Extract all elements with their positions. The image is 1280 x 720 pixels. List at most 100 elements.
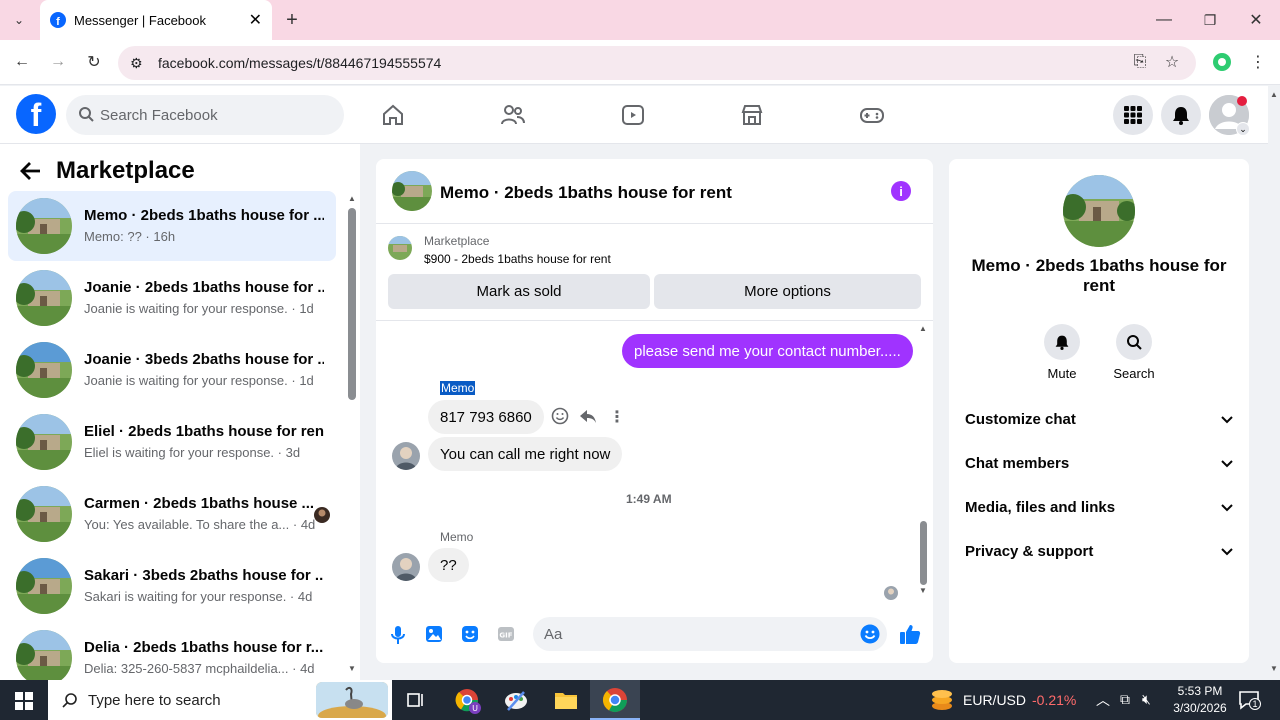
network-icon[interactable]: ⧉ bbox=[1120, 691, 1130, 708]
conversation-item[interactable]: Eliel · 2beds 1baths house for rent Eliel… bbox=[8, 407, 336, 477]
conversation-item[interactable]: Joanie · 3beds 2baths house for ... Joani… bbox=[8, 335, 336, 405]
install-app-icon[interactable]: ⎘ bbox=[1130, 52, 1150, 72]
conversation-preview: You: Yes available. To share the a... · … bbox=[84, 517, 316, 532]
mark-as-sold-button[interactable]: Mark as sold bbox=[388, 274, 650, 309]
mute-bell-icon bbox=[1044, 324, 1080, 360]
marketplace-icon[interactable] bbox=[734, 98, 770, 132]
notification-center-icon[interactable]: 1 bbox=[1238, 690, 1261, 715]
sent-message-bubble[interactable]: please send me your contact number..... bbox=[622, 334, 913, 368]
listing-thumbnail[interactable] bbox=[388, 236, 412, 260]
url-bar[interactable]: ⚙ facebook.com/messages/t/88446719455557… bbox=[118, 46, 1196, 80]
chevron-down-icon bbox=[1221, 499, 1233, 516]
profile-extension-icon[interactable] bbox=[1212, 52, 1232, 72]
received-message-phone[interactable]: 817 793 6860 bbox=[428, 400, 544, 434]
back-arrow-icon[interactable] bbox=[20, 160, 42, 187]
url-text: facebook.com/messages/t/884467194555574 bbox=[158, 55, 442, 71]
menu-grid-icon[interactable] bbox=[1113, 95, 1153, 135]
task-view-icon[interactable] bbox=[406, 690, 426, 715]
conversation-preview: Sakari is waiting for your response. · 4… bbox=[84, 589, 313, 604]
file-explorer-icon[interactable] bbox=[554, 690, 578, 715]
listing-photo-thumbnail bbox=[16, 558, 72, 614]
info-section-toggle[interactable]: Customize chat bbox=[965, 411, 1233, 428]
info-section-toggle[interactable]: Privacy & support bbox=[965, 543, 1233, 560]
reload-icon[interactable]: ↻ bbox=[84, 52, 104, 72]
friends-icon[interactable] bbox=[495, 98, 531, 132]
home-icon[interactable] bbox=[375, 98, 411, 132]
windows-start-icon[interactable] bbox=[15, 692, 33, 715]
clock-time[interactable]: 5:53 PM bbox=[1174, 684, 1226, 698]
account-chevron-icon: ⌄ bbox=[1236, 122, 1250, 136]
received-message-call[interactable]: You can call me right now bbox=[428, 437, 623, 471]
profile-avatar[interactable] bbox=[1063, 175, 1135, 247]
photo-icon[interactable] bbox=[425, 625, 443, 648]
clock-date[interactable]: 3/30/2026 bbox=[1168, 701, 1232, 715]
conversation-info-icon[interactable]: i bbox=[891, 181, 911, 201]
minimize-icon[interactable]: — bbox=[1154, 10, 1174, 30]
bookmark-star-icon[interactable]: ☆ bbox=[1162, 52, 1182, 72]
sender-avatar[interactable] bbox=[392, 442, 420, 470]
notifications-bell-icon[interactable] bbox=[1161, 95, 1201, 135]
new-tab-icon[interactable]: + bbox=[282, 9, 302, 31]
page-scrollbar[interactable]: ▲ ▼ bbox=[1268, 86, 1280, 680]
browser-tab[interactable]: f Messenger | Facebook ✕ bbox=[40, 0, 272, 40]
message-input-placeholder: Aa bbox=[544, 626, 563, 643]
chat-scrollbar[interactable]: ▲ ▼ bbox=[918, 324, 930, 599]
chrome-active-taskbar-icon[interactable] bbox=[590, 680, 640, 720]
chevron-down-icon bbox=[1221, 455, 1233, 472]
list-scrollbar[interactable]: ▲ ▼ bbox=[346, 194, 358, 678]
more-actions-icon[interactable]: ⋮ bbox=[609, 407, 625, 427]
restore-icon[interactable]: ❐ bbox=[1200, 10, 1220, 30]
show-hidden-icons-chevron-icon[interactable]: ︿ bbox=[1096, 690, 1110, 710]
received-message-question[interactable]: ?? bbox=[428, 548, 469, 582]
account-avatar[interactable]: ⌄ bbox=[1209, 95, 1250, 136]
close-window-icon[interactable]: ✕ bbox=[1246, 10, 1266, 30]
sender-avatar-2[interactable] bbox=[392, 553, 420, 581]
chrome-profile-taskbar-icon[interactable]: U bbox=[455, 688, 481, 719]
facebook-logo-icon[interactable]: f bbox=[16, 94, 56, 134]
listing-text[interactable]: $900 - 2beds 1baths house for rent bbox=[424, 252, 611, 266]
magnifier-icon bbox=[1116, 324, 1152, 360]
tab-close-icon[interactable]: ✕ bbox=[249, 10, 262, 30]
sender-name-2: Memo bbox=[440, 530, 474, 544]
emoji-icon[interactable] bbox=[860, 624, 880, 649]
tab-search-chevron-icon[interactable]: ⌄ bbox=[8, 10, 30, 30]
volume-muted-icon[interactable]: 🔇︎ bbox=[1142, 691, 1151, 708]
paint-app-icon[interactable] bbox=[504, 688, 528, 717]
conversation-preview: Memo: ?? · 16h bbox=[84, 229, 176, 244]
gaming-icon[interactable] bbox=[854, 98, 890, 132]
back-icon[interactable]: ← bbox=[12, 52, 32, 72]
info-section-toggle[interactable]: Chat members bbox=[965, 455, 1233, 472]
thumbs-up-icon[interactable] bbox=[899, 623, 921, 650]
conversation-item[interactable]: Memo · 2beds 1baths house for ... Memo: ?… bbox=[8, 191, 336, 261]
ticker-coins-icon[interactable] bbox=[930, 689, 954, 716]
conversation-item[interactable]: Sakari · 3beds 2baths house for ... Sakar… bbox=[8, 551, 336, 621]
conversation-preview: Eliel is waiting for your response. · 3d bbox=[84, 445, 301, 460]
info-section-label: Privacy & support bbox=[965, 543, 1094, 560]
chrome-menu-icon[interactable]: ⋮ bbox=[1248, 52, 1268, 72]
chevron-down-icon bbox=[1221, 411, 1233, 428]
marketplace-conversation-list: Marketplace Memo · 2beds 1baths house fo… bbox=[0, 144, 360, 686]
sticker-icon[interactable] bbox=[461, 625, 479, 648]
ticker-name[interactable]: EUR/USD bbox=[963, 692, 1026, 708]
mute-button[interactable]: Mute bbox=[1039, 324, 1085, 381]
conversation-item[interactable]: Joanie · 2beds 1baths house for ... Joani… bbox=[8, 263, 336, 333]
facebook-search-input[interactable]: Search Facebook bbox=[66, 95, 344, 135]
message-input[interactable]: Aa bbox=[533, 617, 887, 651]
gif-icon[interactable]: GIF bbox=[497, 625, 515, 648]
svg-text:GIF: GIF bbox=[499, 632, 512, 640]
video-icon[interactable] bbox=[615, 98, 651, 132]
taskbar-search-box[interactable]: Type here to search bbox=[48, 680, 392, 720]
microphone-icon[interactable] bbox=[389, 625, 407, 650]
info-section-toggle[interactable]: Media, files and links bbox=[965, 499, 1233, 516]
conversation-title: Eliel · 2beds 1baths house for rent bbox=[84, 423, 324, 440]
search-conversation-button[interactable]: Search bbox=[1109, 324, 1159, 381]
reply-icon[interactable] bbox=[579, 407, 597, 425]
chat-avatar[interactable] bbox=[392, 171, 432, 211]
site-info-icon[interactable]: ⚙ bbox=[130, 55, 143, 72]
conversation-item[interactable]: Carmen · 2beds 1baths house ... You: Yes … bbox=[8, 479, 336, 549]
conversation-title: Sakari · 3beds 2baths house for ... bbox=[84, 567, 324, 584]
ticker-change: -0.21% bbox=[1032, 692, 1077, 708]
react-emoji-icon[interactable] bbox=[551, 407, 569, 425]
more-options-button[interactable]: More options bbox=[654, 274, 921, 309]
forward-icon[interactable]: → bbox=[48, 52, 68, 72]
